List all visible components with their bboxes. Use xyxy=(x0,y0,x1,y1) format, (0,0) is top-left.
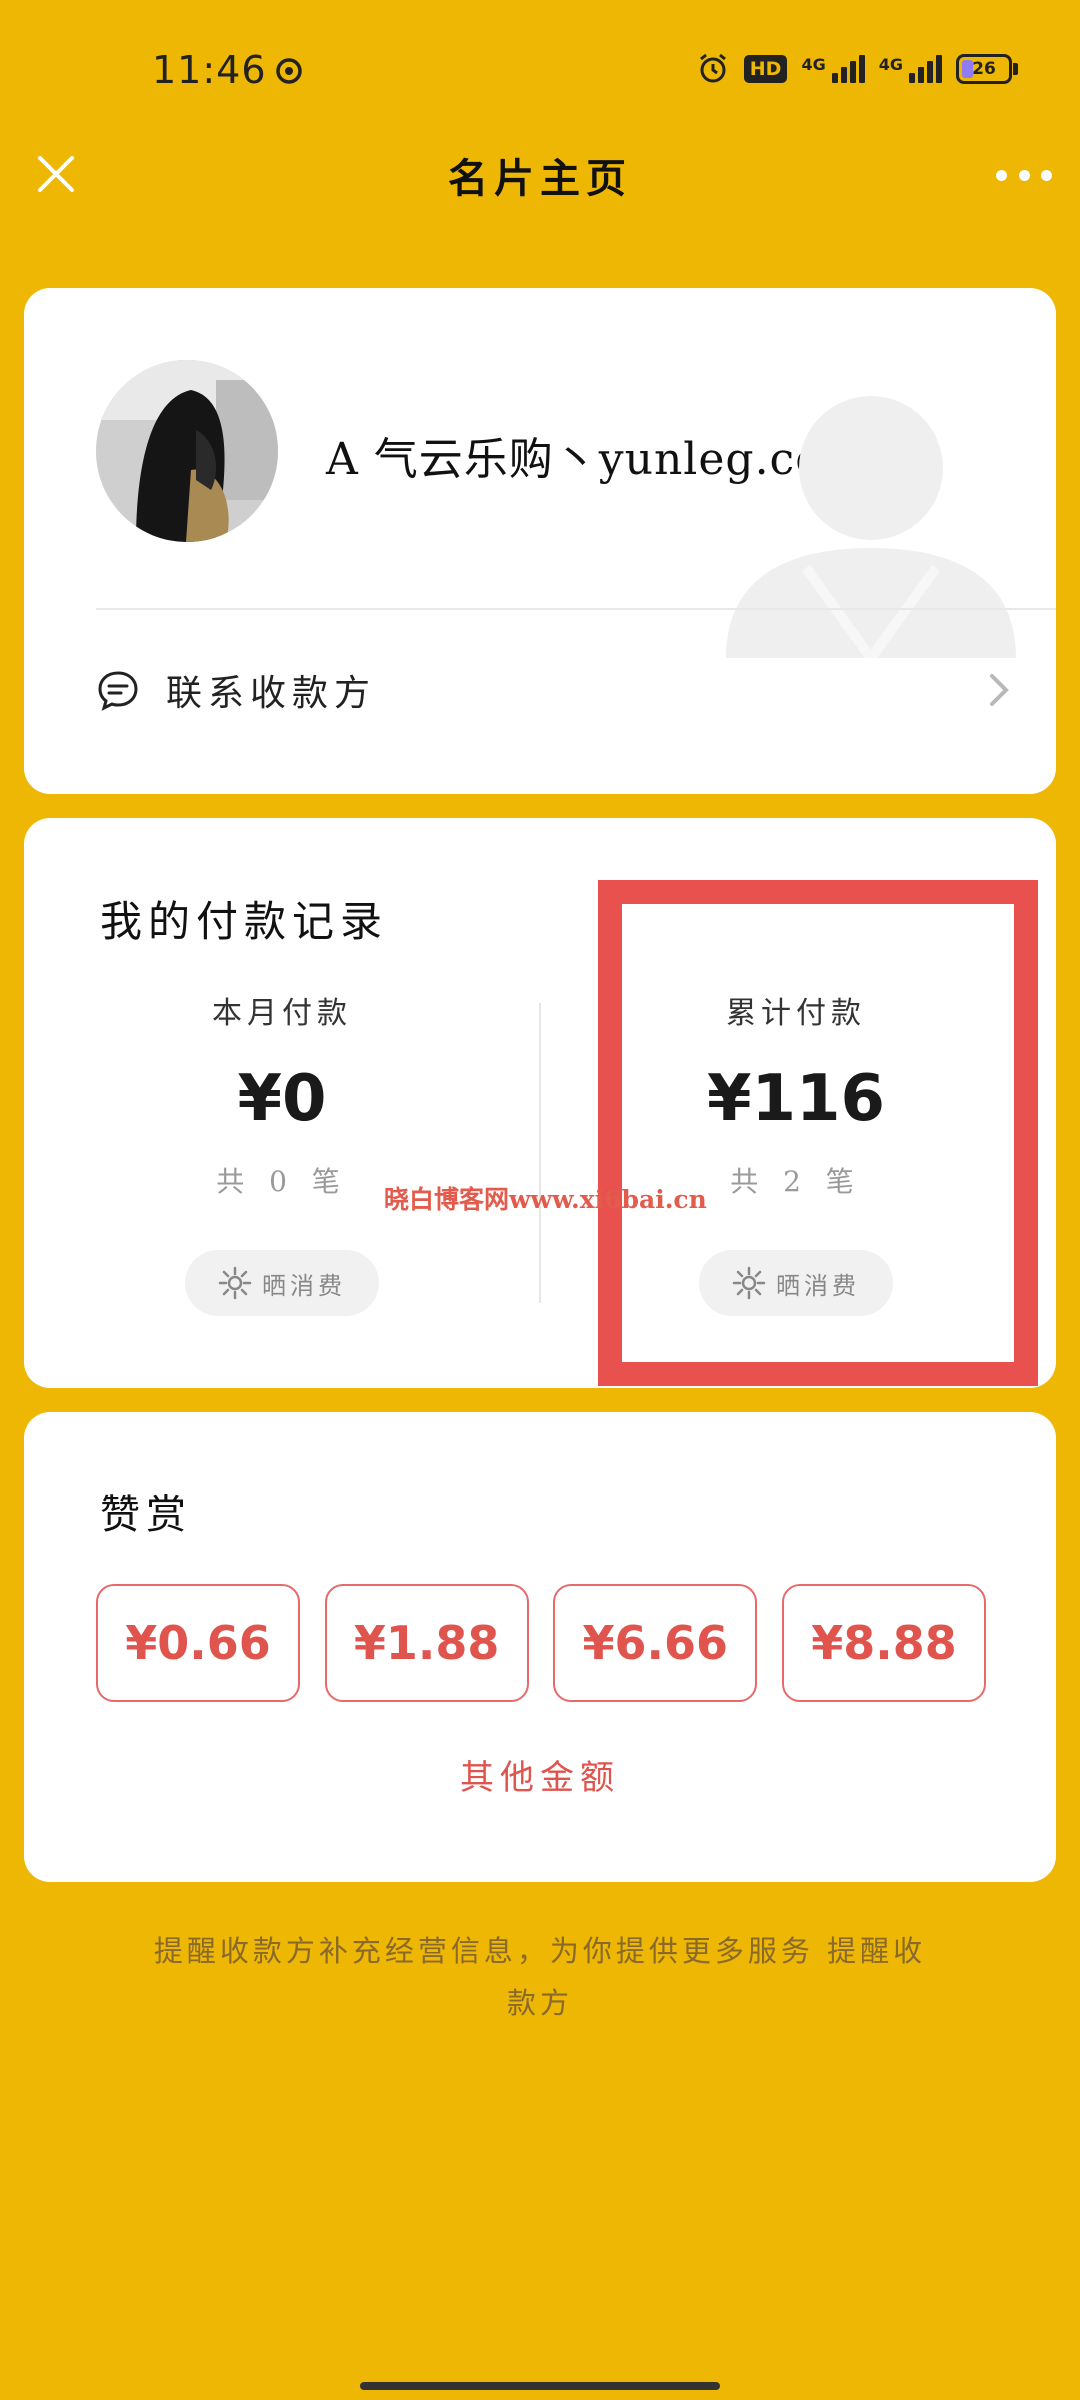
sparkle-icon xyxy=(218,1266,252,1300)
monthly-payment-value: ¥0 xyxy=(237,1062,327,1136)
status-icons: HD 4G 4G 26 xyxy=(696,52,1018,86)
divider xyxy=(96,608,1056,610)
home-indicator[interactable] xyxy=(360,2382,720,2390)
vertical-divider xyxy=(539,1003,541,1303)
reward-amount-row: ¥0.66 ¥1.88 ¥6.66 ¥8.88 xyxy=(96,1584,986,1702)
network-label-2: 4G xyxy=(878,55,903,74)
other-amount-link[interactable]: 其他金额 xyxy=(24,1750,1056,1799)
monthly-payment-label: 本月付款 xyxy=(212,996,352,1031)
signal-icon: 4G xyxy=(801,55,865,83)
reward-amount-button[interactable]: ¥0.66 xyxy=(96,1584,300,1702)
payment-records-card: 我的付款记录 本月付款 ¥0 共 0 笔 晒消费 累计付款 ¥116 共 2 笔… xyxy=(24,818,1056,1388)
avatar-image xyxy=(96,360,278,542)
share-spending-button[interactable]: 晒消费 xyxy=(185,1250,379,1316)
contact-payee-row[interactable]: 联系收款方 xyxy=(96,640,1016,740)
highlight-annotation-box xyxy=(598,880,1038,1386)
sync-icon xyxy=(276,58,302,84)
status-bar: 11:46 HD 4G 4G 26 xyxy=(0,0,1080,140)
battery-icon: 26 xyxy=(956,54,1018,84)
footer-note[interactable]: 提醒收款方补充经营信息，为你提供更多服务 提醒收款方 xyxy=(150,1925,930,2029)
records-title: 我的付款记录 xyxy=(100,897,389,946)
page-title: 名片主页 xyxy=(448,155,632,202)
monthly-payment-stat: 本月付款 ¥0 共 0 笔 晒消费 xyxy=(132,988,432,1316)
reward-title: 赞赏 xyxy=(100,1492,192,1538)
reward-amount-button[interactable]: ¥6.66 xyxy=(553,1584,758,1702)
battery-level: 26 xyxy=(972,59,996,79)
status-time: 11:46 xyxy=(152,48,267,92)
profile-card: A 气云乐购丶yunleg.com 联系收款方 xyxy=(24,288,1056,794)
avatar[interactable] xyxy=(96,360,278,542)
watermark-text: 晓白博客网www.xi6bai.cn xyxy=(384,1185,707,1214)
reward-card: 赞赏 ¥0.66 ¥1.88 ¥6.66 ¥8.88 其他金额 xyxy=(24,1412,1056,1882)
chevron-right-icon xyxy=(990,674,1009,706)
chat-bubble-icon xyxy=(98,671,138,711)
reward-amount-button[interactable]: ¥8.88 xyxy=(781,1584,986,1702)
hd-badge: HD xyxy=(743,55,788,83)
header: 名片主页 xyxy=(0,130,1080,220)
contact-payee-label: 联系收款方 xyxy=(166,673,377,714)
person-silhouette-icon xyxy=(726,396,1016,658)
reward-amount-button[interactable]: ¥1.88 xyxy=(324,1584,529,1702)
alarm-icon xyxy=(699,53,726,83)
more-icon[interactable] xyxy=(996,160,1052,190)
signal-icon-2: 4G xyxy=(879,55,942,83)
share-spending-label: 晒消费 xyxy=(262,1271,346,1300)
network-label: 4G xyxy=(801,55,826,74)
